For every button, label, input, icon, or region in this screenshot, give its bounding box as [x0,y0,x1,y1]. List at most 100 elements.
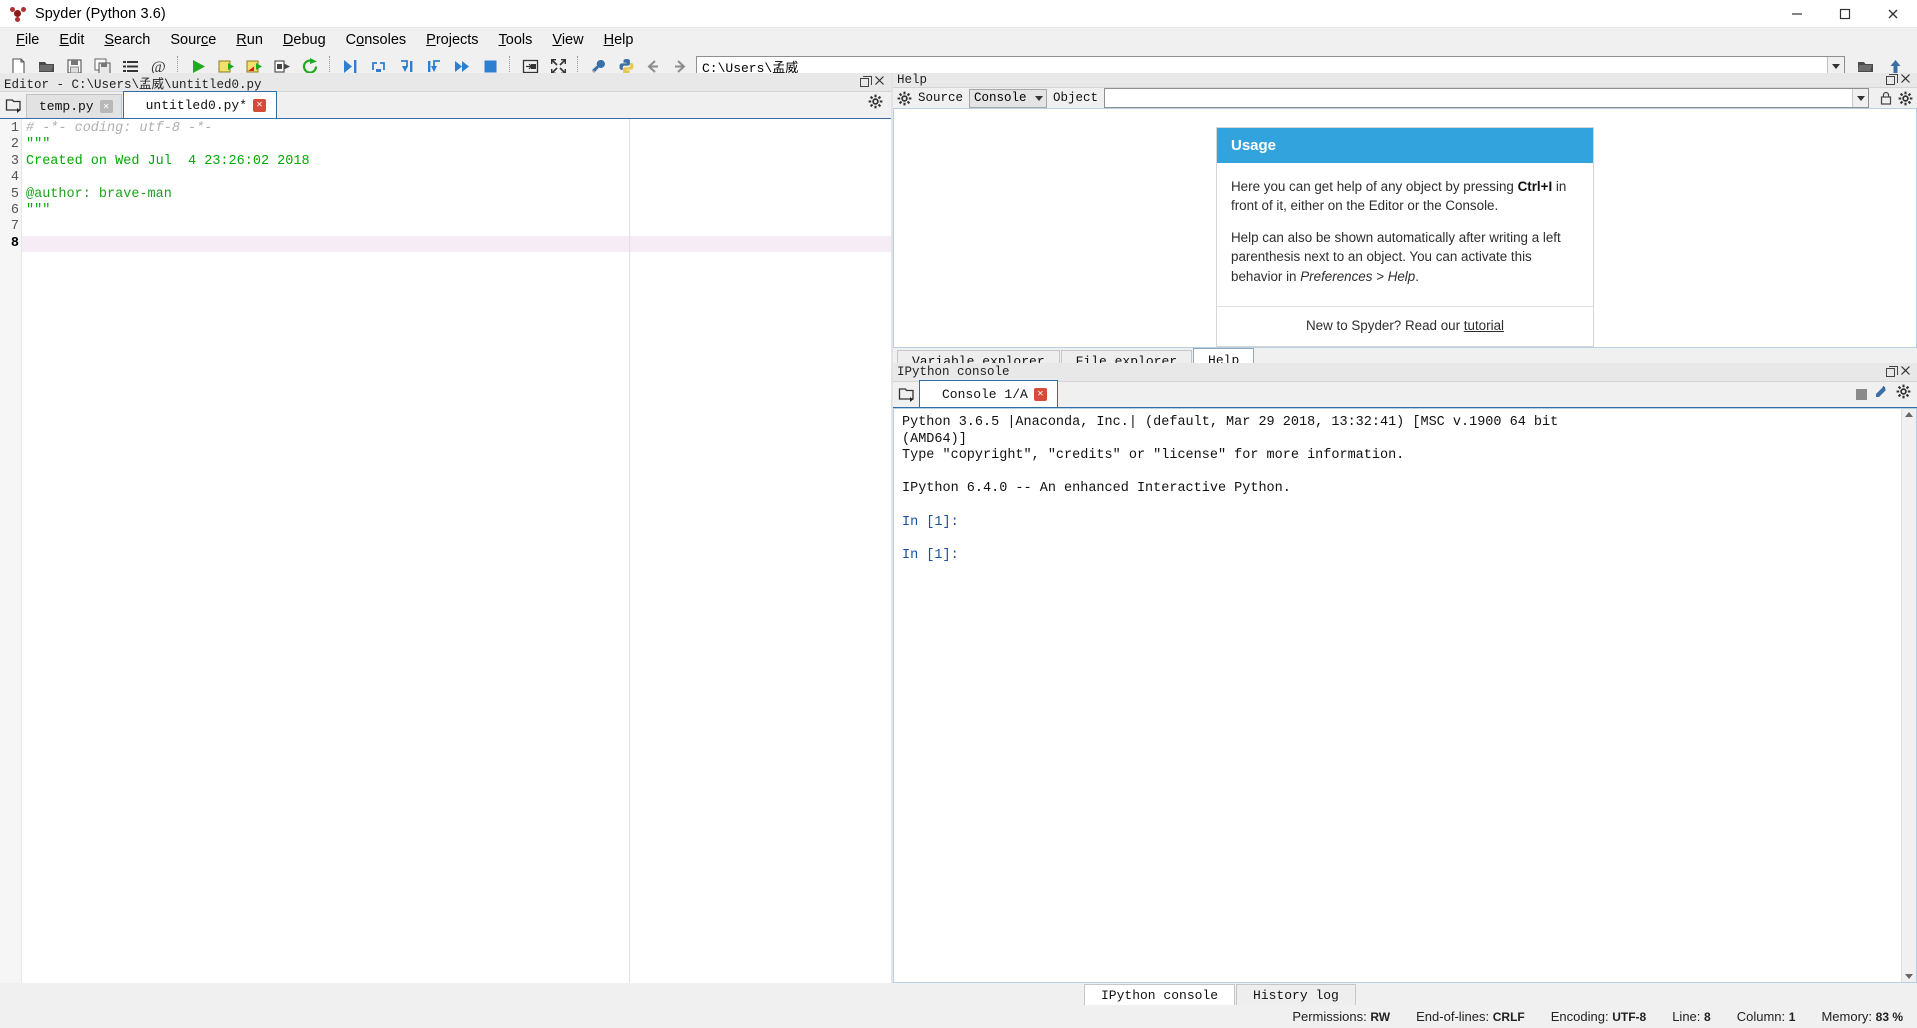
chevron-down-icon[interactable] [1852,89,1868,107]
status-bar: IPython console History log Permissions:… [0,983,1917,1028]
close-button[interactable] [1869,0,1917,28]
line-number: 5 [0,187,21,203]
spyder-logo-icon [10,6,26,22]
status-eol-label: End-of-lines: [1416,1009,1489,1024]
help-options-gear-icon[interactable] [897,91,912,106]
code-line-current [22,236,891,252]
menu-projects[interactable]: Projects [416,31,488,49]
console-line [902,498,1916,515]
editor-close-icon[interactable] [875,76,884,89]
line-number-gutter: 1 2 3 4 5 6 7 8 [0,119,22,983]
line-number: 6 [0,203,21,219]
usage-paragraph-2: Help can also be shown automatically aft… [1231,228,1579,286]
code-editor[interactable]: 1 2 3 4 5 6 7 8 # -*- coding: utf-8 -*- … [0,119,891,983]
console-line [902,531,1916,548]
status-line: Line: 8 [1672,1009,1711,1024]
close-icon[interactable]: ✕ [1034,388,1047,401]
status-line-value: 8 [1704,1010,1711,1024]
status-encoding: Encoding: UTF-8 [1551,1009,1646,1024]
maximize-button[interactable] [1821,0,1869,28]
menu-debug[interactable]: Debug [273,31,336,49]
menu-run[interactable]: Run [226,31,273,49]
menu-search[interactable]: Search [94,31,160,49]
help-object-label: Object [1053,91,1098,105]
tutorial-link[interactable]: tutorial [1464,318,1504,333]
menu-source[interactable]: Source [160,31,226,49]
status-line-label: Line: [1672,1009,1700,1024]
menu-file[interactable]: File [6,31,49,49]
menu-bar: File Edit Search Source Run Debug Consol… [0,28,1917,52]
menu-view[interactable]: View [542,31,593,49]
console-browse-tabs-icon[interactable] [893,381,919,407]
lock-icon[interactable] [1879,91,1894,106]
ipython-console-panel: IPython console Console 1/A ✕ [893,363,1917,983]
usage-p1-pre: Here you can get help of any object by p… [1231,179,1518,194]
status-permissions-label: Permissions: [1292,1009,1366,1024]
console-tabbar: Console 1/A ✕ [893,382,1917,408]
help-object-input[interactable] [1104,88,1869,108]
scroll-up-icon[interactable] [1905,412,1913,417]
menu-consoles[interactable]: Consoles [336,31,416,49]
status-encoding-value: UTF-8 [1612,1010,1646,1024]
help-content-area: Usage Here you can get help of any objec… [893,108,1917,348]
usage-p2-post: . [1415,269,1419,284]
console-scrollbar[interactable] [1901,409,1916,982]
close-icon[interactable]: ✕ [100,100,113,113]
editor-browse-tabs-icon[interactable] [0,92,26,118]
tab-label: IPython console [1101,988,1218,1003]
usage-paragraph-1: Here you can get help of any object by p… [1231,177,1579,216]
editor-tab-label: untitled0.py* [146,98,247,113]
usage-footer-text: New to Spyder? Read our [1306,318,1464,333]
help-close-icon[interactable] [1901,74,1910,87]
editor-tab-untitled0[interactable]: untitled0.py* ✕ [123,91,277,118]
status-memory-value: 83 % [1876,1010,1903,1024]
chevron-down-icon [1035,96,1043,101]
console-tab-label: Console 1/A [942,387,1028,402]
editor-pane: Editor - C:\Users\孟威\untitled0.py temp.p… [0,73,893,983]
editor-tab-temp[interactable]: temp.py ✕ [26,94,122,118]
code-line: # -*- coding: utf-8 -*- [22,121,891,137]
help-panel: Help Source Console [893,73,1917,363]
help-source-value: Console [974,91,1027,105]
console-line: IPython 6.4.0 -- An enhanced Interactive… [902,481,1916,498]
console-text: Python 3.6.5 |Anaconda, Inc.| (default, … [894,409,1916,564]
scroll-down-icon[interactable] [1905,974,1913,979]
editor-tabbar: temp.py ✕ untitled0.py* ✕ [0,92,891,119]
usage-body: Here you can get help of any object by p… [1217,163,1593,306]
console-line: Python 3.6.5 |Anaconda, Inc.| (default, … [902,415,1916,432]
console-options-gear-icon[interactable] [1896,384,1911,404]
editor-restore-icon[interactable] [860,78,869,87]
console-restore-icon[interactable] [1886,368,1895,377]
window-controls [1773,0,1917,28]
editor-options-gear-icon[interactable] [868,94,883,114]
help-pane-header: Help [893,73,1917,88]
help-settings-gear-icon[interactable] [1898,91,1913,106]
line-number: 7 [0,219,21,235]
stop-square-icon[interactable] [1856,389,1867,400]
minimize-button[interactable] [1773,0,1821,28]
title-bar: Spyder (Python 3.6) [0,0,1917,28]
help-source-select[interactable]: Console [969,89,1047,108]
tab-ipython-console[interactable]: IPython console [1084,984,1235,1005]
code-line: @author: brave-man [22,187,891,203]
console-output-area[interactable]: Python 3.6.5 |Anaconda, Inc.| (default, … [893,408,1917,983]
console-env-icon[interactable] [1874,384,1889,404]
menu-tools[interactable]: Tools [489,31,543,49]
console-tab-1a[interactable]: Console 1/A ✕ [919,380,1058,407]
menu-help[interactable]: Help [594,31,644,49]
help-pane-title: Help [897,73,927,87]
console-line: (AMD64)] [902,432,1916,449]
console-close-icon[interactable] [1901,366,1910,379]
status-memory-label: Memory: [1821,1009,1872,1024]
status-column-value: 1 [1789,1010,1796,1024]
close-icon[interactable]: ✕ [253,99,266,112]
usage-card: Usage Here you can get help of any objec… [1216,127,1594,347]
menu-edit[interactable]: Edit [49,31,94,49]
status-permissions-value: RW [1370,1010,1390,1024]
line-number: 3 [0,154,21,170]
code-lines[interactable]: # -*- coding: utf-8 -*- """ Created on W… [22,119,891,983]
usage-p1-shortcut: Ctrl+I [1518,179,1553,194]
tab-history-log[interactable]: History log [1236,984,1356,1005]
line-number-current: 8 [0,236,21,252]
help-restore-icon[interactable] [1886,76,1895,85]
